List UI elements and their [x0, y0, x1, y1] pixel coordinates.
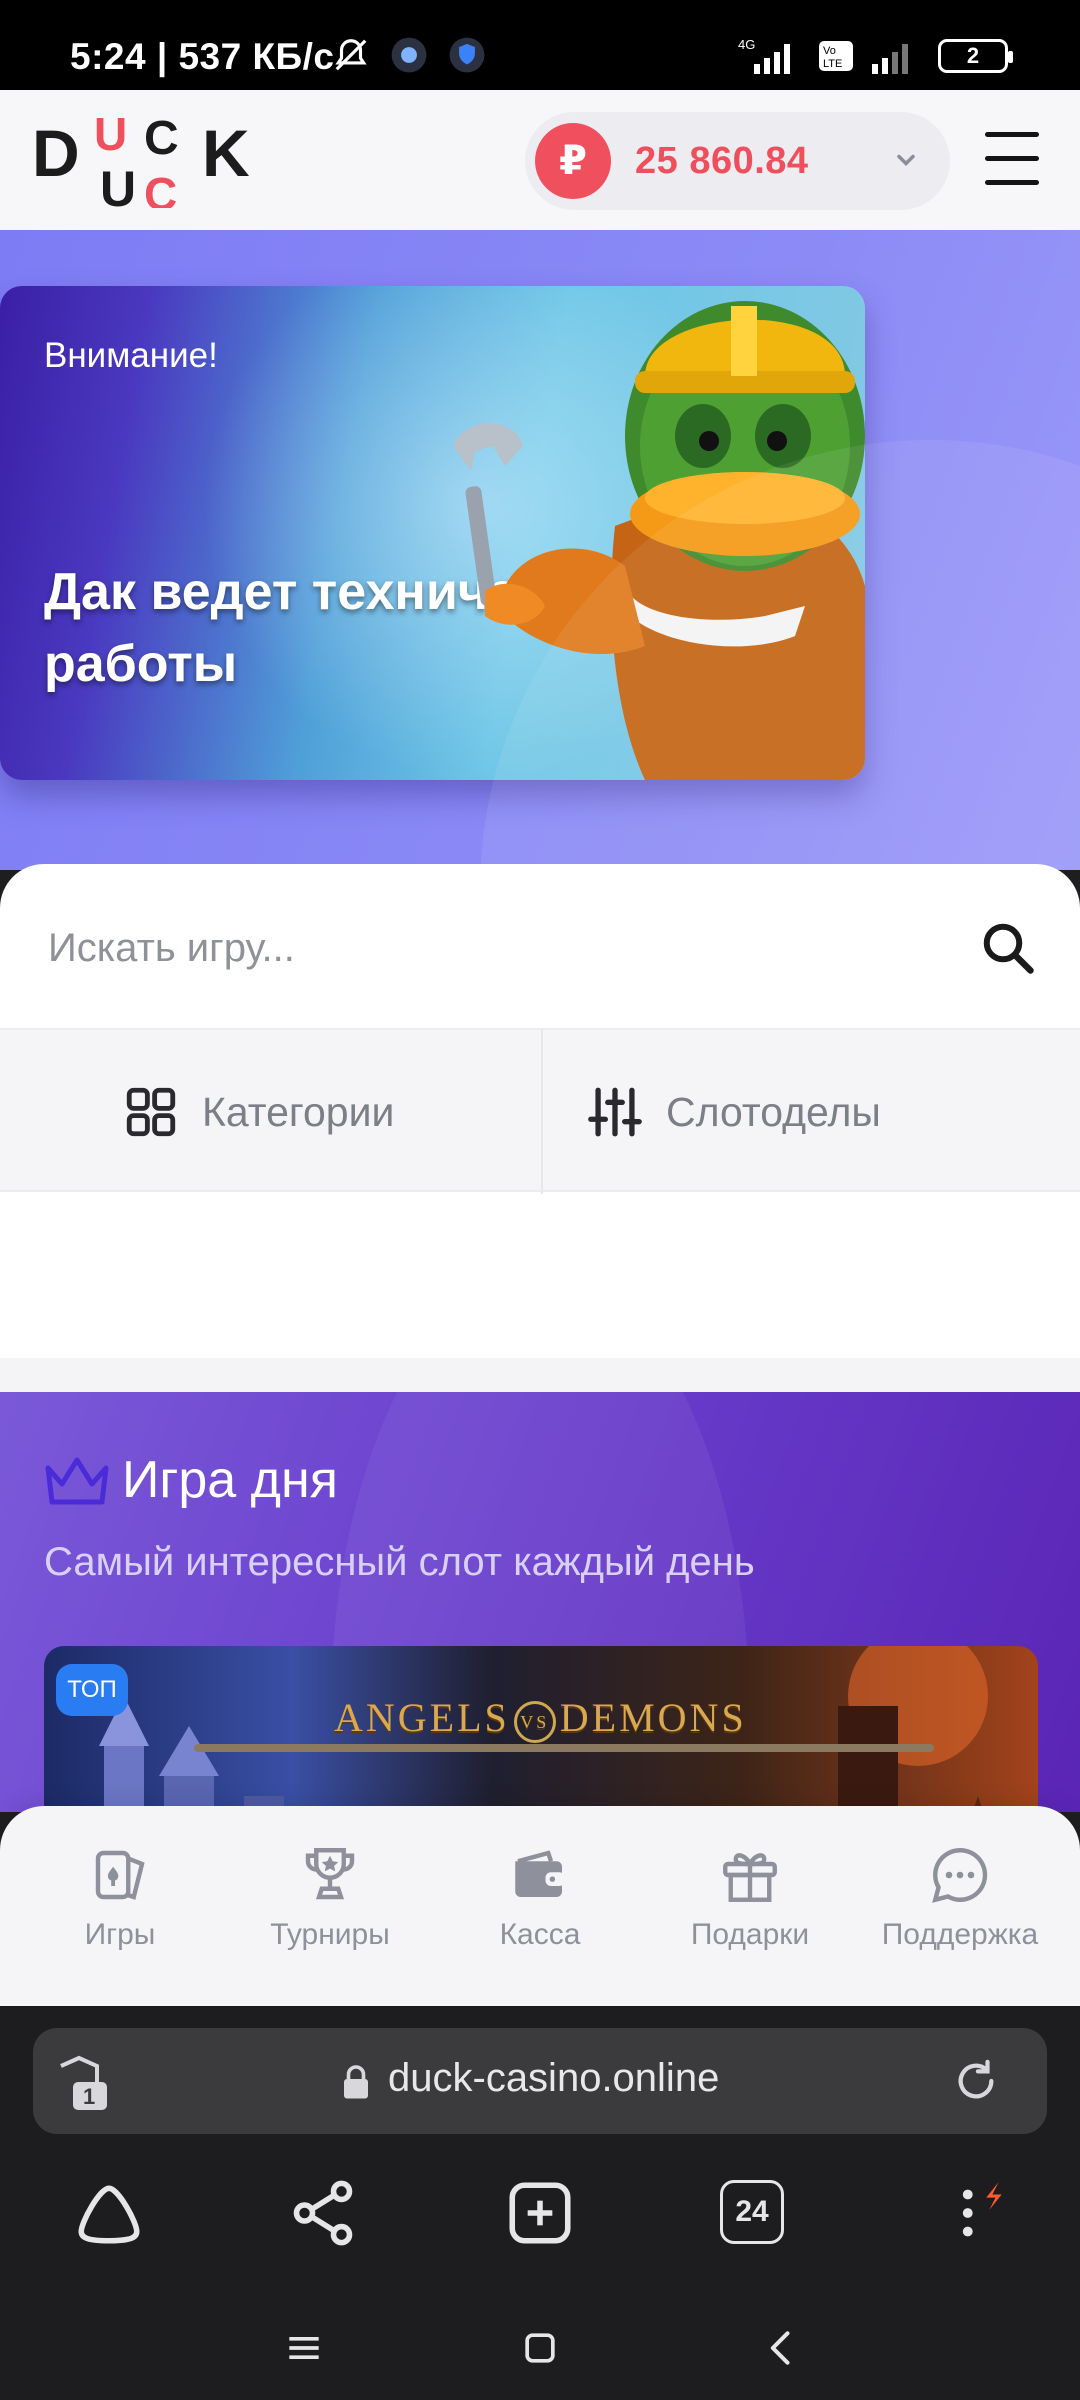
content-sheet: Категории Слотоделы	[0, 864, 1080, 1364]
recent-apps-icon[interactable]	[282, 2326, 326, 2370]
wallet-icon	[515, 1850, 565, 1897]
nav-cashier-label: Касса	[499, 1918, 581, 1951]
duck-logo[interactable]: D U U C C K	[32, 112, 292, 208]
filter-row: Категории Слотоделы	[0, 1028, 1080, 1194]
signal-icon	[872, 44, 908, 74]
banner-kicker: Внимание!	[44, 336, 218, 375]
signal-4g-icon: 4G	[738, 37, 790, 74]
share-icon[interactable]	[286, 2176, 360, 2250]
site-bottom-nav: Игры Турниры Касса Подарки Поддержка	[0, 1806, 1080, 2006]
svg-text:LTE: LTE	[823, 58, 842, 70]
search-bar	[0, 864, 1080, 1028]
browser-toolbar: 24	[0, 2166, 1080, 2256]
vpn-shield-icon	[449, 37, 485, 73]
svg-text:C: C	[144, 168, 177, 208]
svg-text:D: D	[32, 116, 80, 190]
providers-button[interactable]: Слотоделы	[586, 1030, 881, 1194]
tabs-count: 24	[735, 2195, 769, 2228]
demon-art	[838, 1646, 988, 1812]
game-of-day-subtitle: Самый интересный слот каждый день	[44, 1540, 755, 1584]
chevron-down-icon	[897, 154, 915, 166]
svg-text:4G: 4G	[738, 37, 755, 52]
battery-icon: 2	[938, 39, 1013, 73]
grid-icon	[126, 1087, 176, 1137]
search-icon[interactable]	[978, 918, 1038, 978]
svg-text:1: 1	[83, 2084, 95, 2109]
status-system-icons: 4G Vo LTE 2	[734, 36, 1013, 76]
nav-cashier[interactable]: Касса	[440, 1842, 640, 1992]
trophy-icon	[305, 1848, 355, 1900]
gift-icon	[723, 1853, 777, 1902]
reload-icon[interactable]	[953, 2058, 999, 2104]
svg-text:U: U	[94, 112, 127, 160]
game-logo: ANGELS VS DEMONS	[334, 1694, 747, 1743]
svg-text:U: U	[100, 161, 136, 208]
promo-area: Внимание! Дак ведет технические работы	[0, 230, 1080, 870]
more-menu-icon[interactable]	[940, 2176, 1014, 2250]
game-of-day-section: Игра дня Самый интересный слот каждый де…	[0, 1392, 1080, 1812]
new-tab-icon[interactable]	[503, 2176, 577, 2250]
nav-games-label: Игры	[84, 1918, 156, 1951]
status-notification-icons	[332, 36, 486, 74]
status-time: 5:24 | 537 КБ/с	[70, 36, 335, 77]
balance-selector[interactable]: ₽ 25 860.84	[525, 112, 950, 210]
url-text: duck-casino.online	[388, 2056, 720, 2100]
nav-games[interactable]: Игры	[20, 1842, 220, 1992]
address-bar[interactable]: 1 duck-casino.online	[33, 2028, 1047, 2134]
shield-icon: 1	[60, 2055, 107, 2110]
svg-text:C: C	[144, 112, 179, 165]
categories-label: Категории	[202, 1088, 395, 1135]
game-card-angels-vs-demons[interactable]: ANGELS VS DEMONS ТОП	[44, 1646, 1038, 1812]
nav-tournaments-label: Турниры	[270, 1918, 390, 1951]
nav-gifts[interactable]: Подарки	[650, 1842, 850, 1992]
cards-icon	[95, 1850, 145, 1900]
status-bar: 5:24 | 537 КБ/с 4G Vo LTE 2	[0, 0, 1080, 90]
svg-text:K: K	[202, 116, 250, 190]
browser-chrome: 1 duck-casino.online 24	[0, 2006, 1080, 2400]
system-navigation	[0, 2306, 1080, 2400]
nav-support-label: Поддержка	[881, 1918, 1039, 1951]
sliders-icon	[588, 1087, 642, 1137]
hamburger-menu-button[interactable]	[985, 132, 1041, 186]
categories-button[interactable]: Категории	[122, 1030, 394, 1194]
tabs-counter-button[interactable]: 24	[720, 2180, 784, 2244]
back-icon[interactable]	[760, 2326, 804, 2370]
alice-assistant-icon[interactable]	[72, 2176, 146, 2250]
lock-icon	[344, 2065, 368, 2099]
providers-label: Слотоделы	[666, 1088, 881, 1135]
home-icon[interactable]	[518, 2326, 562, 2370]
site-header: D U U C C K ₽ 25 860.84	[0, 90, 1080, 230]
svg-text:Vo: Vo	[823, 45, 836, 57]
ruble-coin-icon: ₽	[535, 123, 611, 199]
site-protection-button[interactable]: 1	[53, 2052, 115, 2114]
maintenance-banner[interactable]: Внимание! Дак ведет технические работы	[0, 286, 865, 780]
battery-level: 2	[966, 43, 980, 68]
search-input[interactable]	[48, 918, 908, 978]
phone-app-icon	[391, 37, 427, 73]
bell-muted-icon	[335, 39, 367, 71]
duck-builder-illustration	[453, 301, 865, 780]
nav-gifts-label: Подарки	[690, 1918, 810, 1951]
chat-icon	[932, 1848, 988, 1903]
balance-amount: 25 860.84	[635, 139, 809, 182]
nav-tournaments[interactable]: Турниры	[230, 1842, 430, 1992]
crown-icon	[45, 1457, 109, 1505]
game-of-day-title: Игра дня	[122, 1451, 338, 1509]
top-badge: ТОП	[56, 1664, 128, 1716]
nav-support[interactable]: Поддержка	[860, 1842, 1060, 1992]
volte-icon: VoLTE	[819, 41, 853, 71]
